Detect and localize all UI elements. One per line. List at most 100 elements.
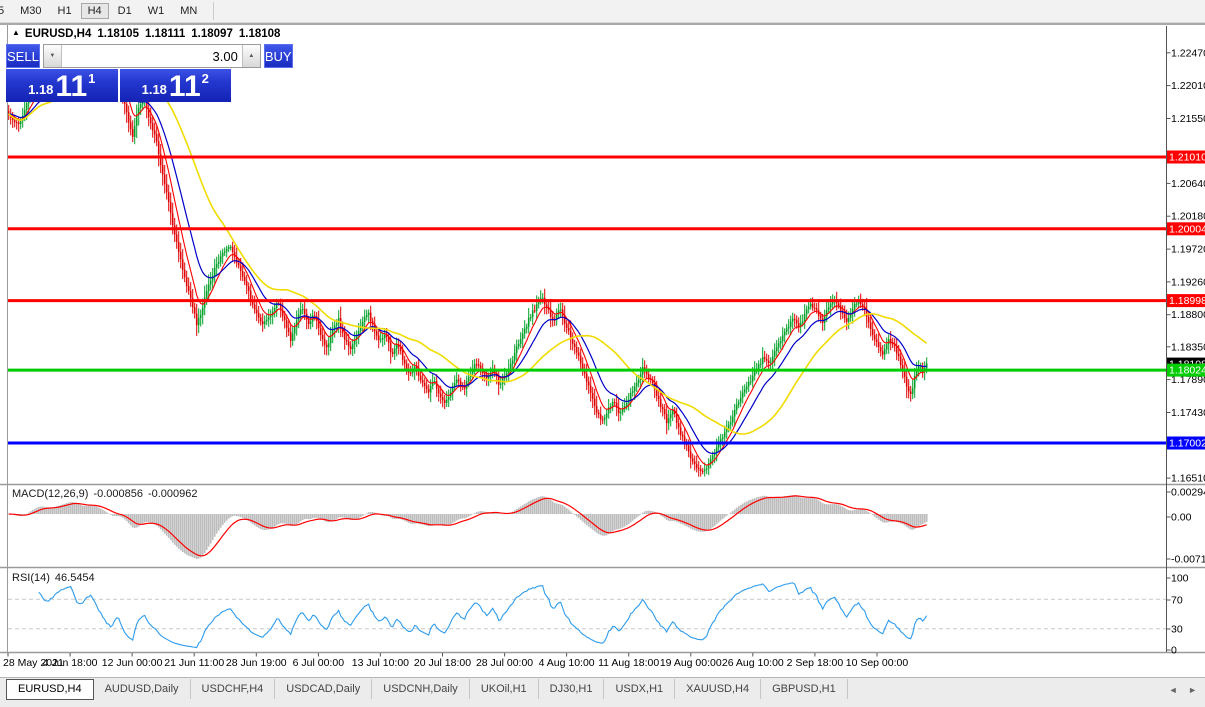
ohlc-high: 1.18111 (145, 28, 185, 40)
date-axis: 28 May 20214 Jun 18:0012 Jun 00:0021 Jun… (0, 657, 1205, 673)
support-resistance-lines (8, 157, 1167, 443)
ma-slow-line (9, 72, 927, 434)
date-ticks (8, 653, 877, 657)
date-tick-label: 6 Jul 00:00 (293, 657, 344, 669)
svg-text:-0.00715: -0.00715 (1171, 554, 1205, 566)
chart-symbol-label: EURUSD,H4 (25, 28, 91, 40)
svg-text:0.00: 0.00 (1171, 512, 1192, 524)
svg-text:1.20004: 1.20004 (1169, 223, 1205, 235)
rsi-axis: 100 70 30 0 (1167, 573, 1189, 657)
date-tick-label: 10 Sep 00:00 (846, 657, 908, 669)
ask-price-box[interactable]: 1.18 11 2 (120, 69, 232, 102)
svg-text:0.002947: 0.002947 (1171, 487, 1205, 499)
svg-text:70: 70 (1171, 595, 1183, 607)
price-chart-canvas[interactable]: 1.224701.220101.215501.206401.201801.197… (0, 0, 1205, 707)
chart-title: ▲EURUSD,H41.181051.181111.180971.18108 (12, 28, 286, 40)
date-tick-label: 11 Aug 18:00 (598, 657, 659, 669)
price-tick-label: 1.22010 (1171, 80, 1205, 92)
timeframe-button-D1[interactable]: D1 (111, 3, 139, 19)
date-tick-label: 19 Aug 00:00 (660, 657, 722, 669)
price-level-label: 1.18024 (1167, 364, 1205, 377)
mt4-terminal-window: 5M30H1H4D1W1MN 1.224701.220101.215501.20… (0, 0, 1205, 707)
timeframe-button-M30[interactable]: M30 (13, 3, 48, 19)
bid-price-prefix: 1.18 (28, 82, 53, 97)
volume-increase-icon[interactable]: ▲ (242, 45, 260, 67)
rsi-line (39, 583, 927, 648)
price-tick-label: 1.18350 (1171, 341, 1205, 353)
svg-text:0: 0 (1171, 645, 1177, 657)
tab-eurusd-h4[interactable]: EURUSD,H4 (6, 679, 94, 700)
timeframe-buttons: 5M30H1H4D1W1MN (0, 3, 205, 19)
price-tick-label: 1.19260 (1171, 276, 1205, 288)
svg-text:1.21010: 1.21010 (1169, 152, 1205, 164)
ask-price-big: 11 (169, 74, 201, 100)
price-level-label: 1.17002 (1167, 437, 1205, 450)
macd-indicator-label: MACD(12,26,9)-0.000856-0.000962 (12, 488, 203, 500)
rsi-indicator-label: RSI(14)46.5454 (12, 572, 100, 584)
date-tick-label: 4 Aug 10:00 (539, 657, 595, 669)
tab-gbpusd-h1[interactable]: GBPUSD,H1 (761, 679, 848, 699)
tab-xauusd-h4[interactable]: XAUUSD,H4 (675, 679, 761, 699)
timeframe-button-H4[interactable]: H4 (81, 3, 109, 19)
svg-text:100: 100 (1171, 573, 1189, 585)
tab-ukoil-h1[interactable]: UKOil,H1 (470, 679, 539, 699)
price-level-label: 1.21010 (1167, 151, 1205, 164)
svg-text:1.18998: 1.18998 (1169, 295, 1205, 307)
moving-averages (9, 57, 927, 465)
price-level-label: 1.18998 (1167, 294, 1205, 307)
macd-value-main: -0.000856 (93, 488, 143, 500)
candlestick-series (8, 46, 928, 477)
tab-scroll-arrows: ◄ ► (1161, 685, 1197, 695)
timeframe-toolbar: 5M30H1H4D1W1MN (0, 0, 1205, 23)
timeframe-button-H1[interactable]: H1 (51, 3, 79, 19)
bid-price-big: 11 (55, 74, 87, 100)
price-tick-label: 1.20180 (1171, 211, 1205, 223)
buy-button[interactable]: BUY (264, 44, 293, 68)
ohlc-low: 1.18097 (191, 28, 233, 40)
bid-price-box[interactable]: 1.18 11 1 (6, 69, 118, 102)
chart-tabs: EURUSD,H4AUDUSD,DailyUSDCHF,H4USDCAD,Dai… (0, 678, 1205, 700)
price-level-label: 1.20004 (1167, 222, 1205, 235)
ohlc-open: 1.18105 (97, 28, 139, 40)
macd-panel (9, 495, 927, 559)
price-tick-label: 1.21550 (1171, 113, 1205, 125)
tab-usdcnh-daily[interactable]: USDCNH,Daily (372, 679, 470, 699)
rsi-panel (8, 583, 1167, 648)
volume-decrease-icon[interactable]: ▼ (44, 45, 62, 67)
collapse-panel-icon[interactable]: ▲ (12, 28, 20, 37)
macd-axis: 0.002947 0.00 -0.00715 (1167, 487, 1205, 566)
date-tick-label: 21 Jun 11:00 (164, 657, 224, 669)
tab-usdchf-h4[interactable]: USDCHF,H4 (191, 679, 276, 699)
date-tick-label: 4 Jun 18:00 (43, 657, 98, 669)
timeframe-button-W1[interactable]: W1 (141, 3, 172, 19)
tab-usdcad-daily[interactable]: USDCAD,Daily (275, 679, 372, 699)
price-tick-label: 1.19720 (1171, 244, 1205, 256)
date-tick-label: 26 Aug 10:00 (722, 657, 784, 669)
date-tick-label: 28 Jun 19:00 (226, 657, 287, 669)
date-tick-label: 13 Jul 10:00 (352, 657, 409, 669)
timeframe-button-5[interactable]: 5 (0, 3, 11, 19)
timeframe-button-MN[interactable]: MN (173, 3, 204, 19)
ask-price-prefix: 1.18 (142, 82, 167, 97)
price-tick-label: 1.18800 (1171, 309, 1205, 321)
svg-text:1.17002: 1.17002 (1169, 438, 1205, 450)
tab-dj30-h1[interactable]: DJ30,H1 (539, 679, 605, 699)
price-tick-label: 1.16510 (1171, 473, 1205, 485)
bid-price-sup: 1 (88, 71, 95, 86)
price-tick-label: 1.17430 (1171, 407, 1205, 419)
tab-scroll-right-icon[interactable]: ► (1188, 685, 1197, 695)
svg-text:30: 30 (1171, 624, 1183, 636)
one-click-trading-panel: SELL ▼ ▲ BUY 1.18 11 1 1.18 11 2 (6, 44, 231, 102)
svg-text:1.18024: 1.18024 (1169, 365, 1205, 377)
date-tick-label: 28 Jul 00:00 (476, 657, 533, 669)
sell-button[interactable]: SELL (6, 44, 40, 68)
tab-scroll-left-icon[interactable]: ◄ (1169, 685, 1178, 695)
volume-input[interactable] (62, 45, 242, 67)
macd-value-signal: -0.000962 (148, 488, 198, 500)
date-tick-label: 20 Jul 18:00 (414, 657, 471, 669)
tab-usdx-h1[interactable]: USDX,H1 (604, 679, 675, 699)
volume-spinner: ▼ ▲ (43, 44, 261, 68)
date-tick-label: 2 Sep 18:00 (787, 657, 844, 669)
tab-audusd-daily[interactable]: AUDUSD,Daily (94, 679, 191, 699)
panel-separators[interactable] (0, 485, 1205, 653)
